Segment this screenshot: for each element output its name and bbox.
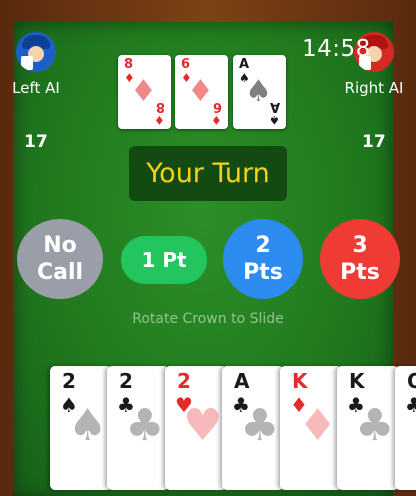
card-pip-icon: ♦ [130, 74, 157, 109]
hand-card[interactable]: K ♣ ♣ [337, 366, 399, 490]
hand-card[interactable]: 2 ♣ ♣ [107, 366, 169, 490]
left-player: Left AI [6, 32, 66, 97]
hand-card[interactable]: K ♦ ♦ [280, 366, 342, 490]
right-player-name: Right AI [344, 79, 404, 97]
card-rank: A [234, 369, 250, 393]
bid-button[interactable]: 3 Pts [320, 219, 400, 299]
trick-card: A ♠ ♠ A ♠ [233, 55, 286, 129]
blue-cap-avatar-icon [16, 32, 56, 72]
card-pip-icon: ♦ [298, 400, 338, 451]
card-suit-inverted-icon: ♠ [269, 113, 280, 127]
card-pip-icon: ♣ [240, 400, 280, 451]
hand-card[interactable]: Q♣♣ [395, 366, 416, 490]
card-pip-icon: ♦ [187, 74, 214, 109]
card-suit-inverted-icon: ♦ [154, 113, 165, 127]
card-pip-icon: ♠ [245, 74, 272, 109]
card-rank: 6 [181, 57, 191, 72]
right-player-score: 17 [362, 132, 386, 152]
status-time: 14:58 [302, 36, 371, 62]
bid-button-label: No Call [36, 232, 84, 286]
turn-banner: Your Turn [129, 146, 287, 201]
game-table: Left AI Right AI 14:58 17 17 8 ♦ ♦ 8 ♦ 6 ♦ ♦ 6 ♦ A… [0, 0, 416, 496]
card-rank: 2 [62, 369, 76, 393]
left-player-score: 17 [24, 132, 48, 152]
card-pip-icon: ♣ [355, 400, 395, 451]
trick-card: 8 ♦ ♦ 8 ♦ [118, 55, 171, 129]
bid-button[interactable]: 2 Pts [223, 219, 303, 299]
card-rank-inverted: 8 [155, 99, 165, 114]
card-rank: K [292, 369, 308, 393]
hand-card[interactable]: 2 ♥ ♥ [165, 366, 227, 490]
card-pip-icon: ♣ [125, 400, 165, 451]
card-pip-icon: ♠ [68, 400, 108, 451]
card-suit-inverted-icon: ♦ [211, 113, 222, 127]
bid-button[interactable]: No Call [17, 219, 103, 299]
card-rank: Q [407, 369, 416, 393]
bid-button-label: 1 Pt [141, 247, 187, 272]
card-rank: K [349, 369, 365, 393]
card-rank-inverted: 6 [212, 99, 222, 114]
card-rank: A [239, 57, 250, 72]
bid-button-label: 2 Pts [243, 232, 283, 286]
bid-button[interactable]: 1 Pt [121, 236, 207, 284]
hand-card[interactable]: 2 ♠ ♠ [50, 366, 112, 490]
bid-button-label: 3 Pts [340, 232, 380, 286]
crown-hint: Rotate Crown to Slide [132, 311, 284, 327]
trick-card: 6 ♦ ♦ 6 ♦ [175, 55, 228, 129]
hand-card[interactable]: A ♣ ♣ [222, 366, 284, 490]
card-rank: 8 [124, 57, 134, 72]
card-rank: 2 [177, 369, 191, 393]
card-rank-inverted: A [269, 99, 280, 114]
card-rank: 2 [119, 369, 133, 393]
card-pip-icon: ♥ [183, 400, 223, 451]
left-player-name: Left AI [12, 79, 60, 97]
